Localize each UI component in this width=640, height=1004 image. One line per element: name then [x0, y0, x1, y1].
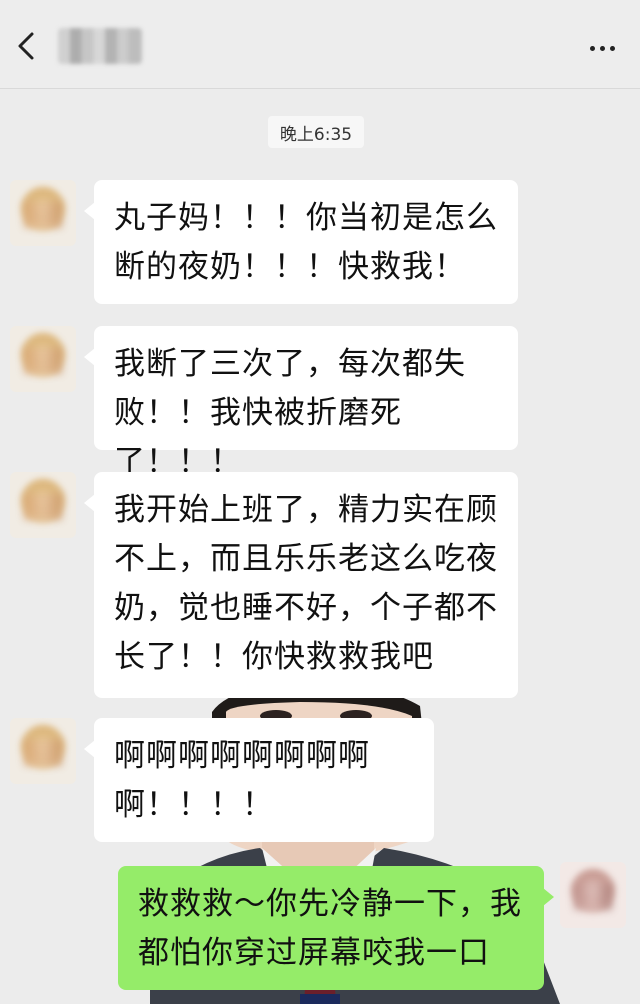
message-bubble-incoming[interactable]: 丸子妈！！！你当初是怎么 断的夜奶！！！快救我！: [84, 180, 518, 304]
user-avatar[interactable]: [560, 862, 626, 928]
more-dots-icon: [589, 45, 595, 51]
contact-avatar[interactable]: [10, 326, 76, 392]
chat-screen: 晚上6:35 丸子妈！！！你当初是怎么 断的夜奶！！！快救我！ 我断了三次了，每…: [0, 0, 640, 1004]
contact-avatar[interactable]: [10, 472, 76, 538]
contact-avatar[interactable]: [10, 718, 76, 784]
chat-header: [0, 0, 640, 89]
message-bubble-incoming[interactable]: 我断了三次了，每次都失 败！！我快被折磨死了！！！: [84, 326, 518, 480]
message-bubble-incoming[interactable]: 我开始上班了，精力实在顾 不上，而且乐乐老这么吃夜 奶，觉也睡不好，个子都不 长…: [84, 472, 518, 698]
chevron-left-icon: [18, 32, 34, 60]
back-button[interactable]: [8, 26, 48, 66]
message-bubble-outgoing[interactable]: 救救救～你先冷静一下，我 都怕你穿过屏幕咬我一口: [118, 866, 554, 990]
contact-avatar[interactable]: [10, 180, 76, 246]
more-options-button[interactable]: [582, 30, 622, 66]
message-timestamp: 晚上6:35: [268, 116, 364, 148]
contact-name-blurred: [58, 28, 142, 64]
message-bubble-incoming[interactable]: 啊啊啊啊啊啊啊啊 啊！！！！: [84, 718, 434, 842]
